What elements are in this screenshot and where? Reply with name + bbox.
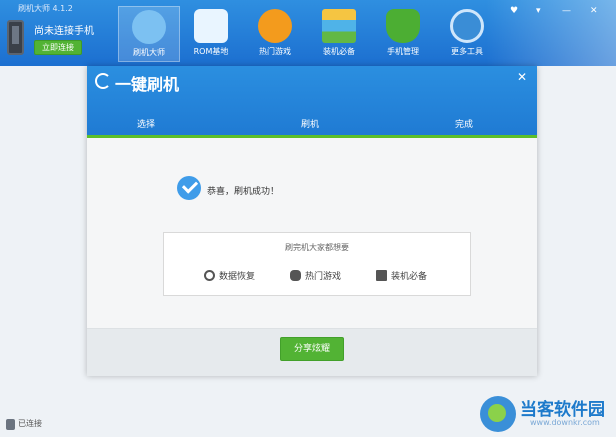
- cloud-icon: [132, 10, 166, 44]
- share-button[interactable]: 分享炫耀: [280, 337, 344, 361]
- restore-icon: [204, 270, 215, 281]
- menu-icon[interactable]: ▾: [536, 6, 541, 16]
- suggestion-label: 装机必备: [391, 272, 428, 282]
- watermark-url: www.downkr.com: [530, 418, 600, 427]
- step-flash: 刷机: [301, 120, 320, 130]
- suggestion-label: 热门游戏: [305, 272, 342, 282]
- skin-icon[interactable]: ♥: [510, 6, 518, 16]
- suggestion-label: 数据恢复: [219, 272, 256, 282]
- nav-label: 更多工具: [451, 47, 483, 56]
- suggestion-panel: 刷完机大家都想要 数据恢复 热门游戏 装机必备: [163, 232, 471, 296]
- dialog-close-icon[interactable]: ✕: [517, 70, 527, 84]
- device-status-icon: [6, 419, 15, 430]
- step-done: 完成: [455, 120, 474, 130]
- shopping-bag-icon: [194, 9, 228, 43]
- nav-item-rom-base[interactable]: ROM基地: [180, 6, 242, 62]
- refresh-icon: [95, 73, 111, 89]
- nav-label: 装机必备: [323, 47, 355, 56]
- nav-item-hot-games[interactable]: 热门游戏: [244, 6, 306, 62]
- package-icon: [322, 9, 356, 43]
- watermark-logo: [480, 396, 516, 432]
- watermark-text: 当客软件园: [520, 400, 605, 420]
- shield-phone-icon: [386, 9, 420, 43]
- top-bar: 刷机大师 4.1.2 尚未连接手机 立即连接 刷机大师 ROM基地 热门游戏 装…: [0, 0, 616, 66]
- flash-dialog: 一键刷机 ✕ 选择 刷机 完成 恭喜，刷机成功！ 刷完机大家都想要 数据恢复 热…: [87, 66, 537, 376]
- suggestion-title: 刷完机大家都想要: [285, 243, 349, 252]
- device-status: 尚未连接手机: [34, 26, 94, 37]
- nav-label: 刷机大师: [133, 48, 165, 57]
- nav-item-flash-master[interactable]: 刷机大师: [118, 6, 180, 62]
- dialog-footer: 分享炫耀: [87, 328, 537, 376]
- close-icon[interactable]: ✕: [590, 6, 598, 16]
- nav-item-more-tools[interactable]: 更多工具: [436, 6, 498, 62]
- suggestion-essentials[interactable]: 装机必备: [376, 269, 427, 282]
- dialog-title: 一键刷机: [115, 75, 180, 94]
- step-progress-bar: [87, 135, 537, 138]
- suggestion-hot-games[interactable]: 热门游戏: [290, 269, 341, 282]
- nav-item-essentials[interactable]: 装机必备: [308, 6, 370, 62]
- gamepad-icon: [290, 270, 301, 281]
- minimize-icon[interactable]: —: [562, 6, 571, 16]
- nav-label: ROM基地: [193, 47, 229, 56]
- nav-item-phone-manager[interactable]: 手机管理: [372, 6, 434, 62]
- suggestion-data-recovery[interactable]: 数据恢复: [204, 269, 255, 282]
- nav-label: 手机管理: [387, 47, 419, 56]
- dialog-header: 一键刷机 ✕ 选择 刷机 完成: [87, 66, 537, 138]
- success-message: 恭喜，刷机成功！: [207, 187, 280, 197]
- gamepad-icon: [258, 9, 292, 43]
- connection-status: 已连接: [18, 419, 42, 428]
- box-icon: [376, 270, 387, 281]
- connect-button[interactable]: 立即连接: [34, 40, 82, 55]
- nav-label: 热门游戏: [259, 47, 291, 56]
- phone-icon: [7, 20, 24, 55]
- step-select: 选择: [137, 120, 156, 130]
- app-title: 刷机大师 4.1.2: [18, 4, 73, 13]
- success-check-icon: [177, 176, 201, 200]
- wrench-icon: [450, 9, 484, 43]
